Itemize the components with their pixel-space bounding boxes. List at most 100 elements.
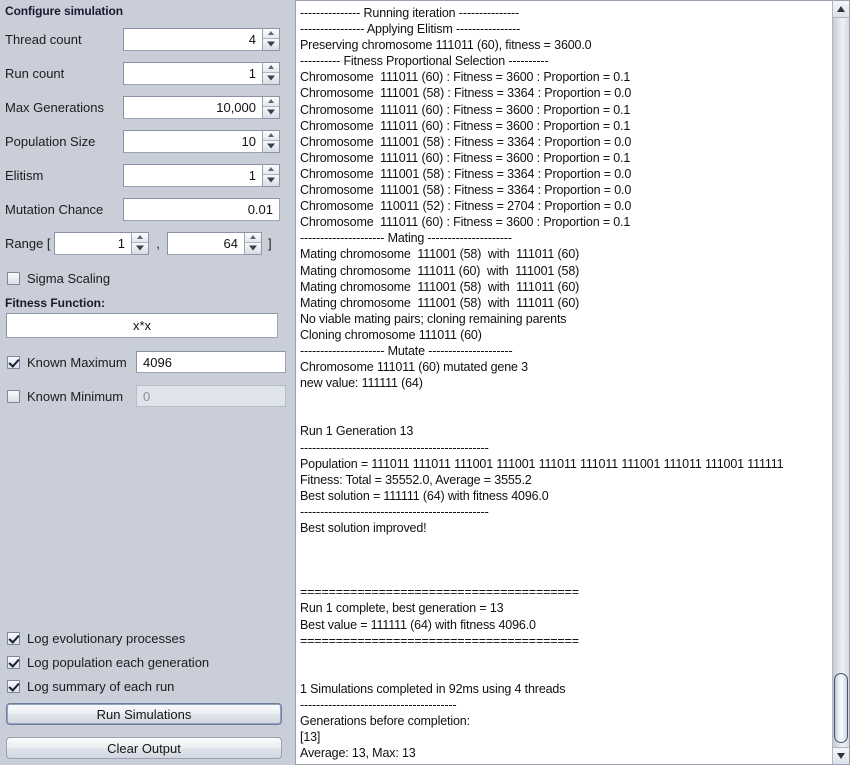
simulation-output-log[interactable]: --------------- Running iteration ------… [295, 0, 832, 765]
fitness-function-section-label: Fitness Function: [5, 296, 105, 310]
range-min-decrement-button[interactable] [132, 243, 148, 254]
triangle-down-icon [267, 109, 275, 115]
elitism-increment-button[interactable] [263, 164, 279, 175]
form-row-mutation-chance: Mutation Chance 0.01 [0, 197, 288, 221]
population-size-input[interactable]: 10 [123, 129, 263, 153]
run-count-decrement-button[interactable] [263, 73, 279, 84]
population-size-stepper[interactable]: 10 [123, 129, 280, 153]
elitism-stepper[interactable]: 1 [123, 163, 280, 187]
log-summary-of-each-run-checkbox[interactable] [7, 679, 20, 693]
form-row-population-size: Population Size 10 [0, 129, 288, 153]
scroll-down-button[interactable] [833, 747, 849, 764]
mutation-chance-input[interactable]: 0.01 [123, 197, 280, 221]
triangle-down-icon [249, 245, 257, 251]
sigma-scaling-checkbox[interactable] [7, 271, 20, 285]
log-output-text: --------------- Running iteration ------… [300, 6, 784, 761]
thread-count-input[interactable]: 4 [123, 27, 263, 51]
range-separator: , [156, 235, 160, 251]
label-thread-count: Thread count [5, 31, 82, 47]
max-generations-stepper[interactable]: 10,000 [123, 95, 280, 119]
log-evolutionary-processes-checkbox[interactable] [7, 631, 20, 645]
clear-output-button[interactable]: Clear Output [6, 737, 282, 759]
thread-count-stepper[interactable]: 4 [123, 27, 280, 51]
range-min-increment-button[interactable] [132, 232, 148, 243]
range-max-stepper[interactable]: 64 [167, 231, 262, 255]
triangle-down-icon [267, 75, 275, 81]
scroll-up-button[interactable] [833, 1, 849, 18]
population-size-spinner-buttons[interactable] [263, 129, 280, 153]
triangle-up-icon [268, 99, 274, 104]
application-window: Configure simulation Thread count 4 Run … [0, 0, 850, 765]
label-elitism: Elitism [5, 167, 44, 183]
triangle-up-icon [837, 6, 845, 12]
label-max-generations: Max Generations [5, 99, 104, 115]
range-max-input[interactable]: 64 [167, 231, 245, 255]
known-minimum-label: Known Minimum [27, 388, 124, 404]
label-mutation-chance: Mutation Chance [5, 201, 104, 217]
thread-count-decrement-button[interactable] [263, 39, 279, 50]
triangle-down-icon [136, 245, 144, 251]
log-evolutionary-processes-row[interactable]: Log evolutionary processes [0, 628, 185, 648]
known-maximum-label: Known Maximum [27, 354, 127, 370]
population-size-increment-button[interactable] [263, 130, 279, 141]
triangle-up-icon [268, 133, 274, 138]
range-min-input[interactable]: 1 [54, 231, 132, 255]
run-simulations-button[interactable]: Run Simulations [6, 703, 282, 725]
panel-title: Configure simulation [5, 4, 124, 18]
output-vertical-scrollbar[interactable] [832, 0, 850, 765]
thread-count-spinner-buttons[interactable] [263, 27, 280, 51]
fitness-function-input[interactable]: x*x [6, 313, 278, 338]
elitism-decrement-button[interactable] [263, 175, 279, 186]
triangle-up-icon [268, 31, 274, 36]
known-minimum-input: 0 [136, 385, 286, 407]
thread-count-increment-button[interactable] [263, 28, 279, 39]
triangle-down-icon [837, 753, 845, 759]
max-generations-increment-button[interactable] [263, 96, 279, 107]
label-run-count: Run count [5, 65, 65, 81]
triangle-up-icon [268, 167, 274, 172]
panel-divider[interactable] [288, 0, 295, 765]
range-min-spinner-buttons[interactable] [132, 231, 149, 255]
max-generations-decrement-button[interactable] [263, 107, 279, 118]
sigma-scaling-checkbox-row[interactable]: Sigma Scaling [0, 268, 110, 288]
triangle-down-icon [267, 41, 275, 47]
max-generations-spinner-buttons[interactable] [263, 95, 280, 119]
range-max-spinner-buttons[interactable] [245, 231, 262, 255]
sigma-scaling-label: Sigma Scaling [27, 270, 111, 286]
known-maximum-checkbox[interactable] [7, 355, 20, 369]
known-maximum-input[interactable]: 4096 [136, 351, 286, 373]
triangle-down-icon [267, 143, 275, 149]
form-row-max-generations: Max Generations 10,000 [0, 95, 288, 119]
run-count-input[interactable]: 1 [123, 61, 263, 85]
log-population-each-generation-label: Log population each generation [27, 654, 210, 670]
form-row-elitism: Elitism 1 [0, 163, 288, 187]
elitism-spinner-buttons[interactable] [263, 163, 280, 187]
range-min-stepper[interactable]: 1 [54, 231, 149, 255]
run-count-increment-button[interactable] [263, 62, 279, 73]
run-count-stepper[interactable]: 1 [123, 61, 280, 85]
log-summary-of-each-run-row[interactable]: Log summary of each run [0, 676, 174, 696]
form-row-thread-count: Thread count 4 [0, 27, 288, 51]
max-generations-input[interactable]: 10,000 [123, 95, 263, 119]
log-population-each-generation-checkbox[interactable] [7, 655, 20, 669]
form-row-range: Range [ 1 , 64 ] [0, 231, 288, 255]
known-minimum-row[interactable]: Known Minimum 0 [0, 385, 286, 407]
known-minimum-checkbox[interactable] [7, 389, 20, 403]
triangle-up-icon [137, 235, 143, 240]
log-population-each-generation-row[interactable]: Log population each generation [0, 652, 209, 672]
triangle-up-icon [250, 235, 256, 240]
known-maximum-row[interactable]: Known Maximum 4096 [0, 351, 286, 373]
label-population-size: Population Size [5, 133, 96, 149]
log-evolutionary-processes-label: Log evolutionary processes [27, 630, 186, 646]
scrollbar-thumb[interactable] [834, 673, 848, 743]
range-max-decrement-button[interactable] [245, 243, 261, 254]
run-count-spinner-buttons[interactable] [263, 61, 280, 85]
label-range-open: Range [ [5, 235, 51, 251]
scrollbar-track[interactable] [833, 18, 849, 747]
range-max-increment-button[interactable] [245, 232, 261, 243]
elitism-input[interactable]: 1 [123, 163, 263, 187]
label-range-close: ] [268, 235, 272, 251]
triangle-up-icon [268, 65, 274, 70]
population-size-decrement-button[interactable] [263, 141, 279, 152]
configure-simulation-panel: Configure simulation Thread count 4 Run … [0, 0, 288, 765]
